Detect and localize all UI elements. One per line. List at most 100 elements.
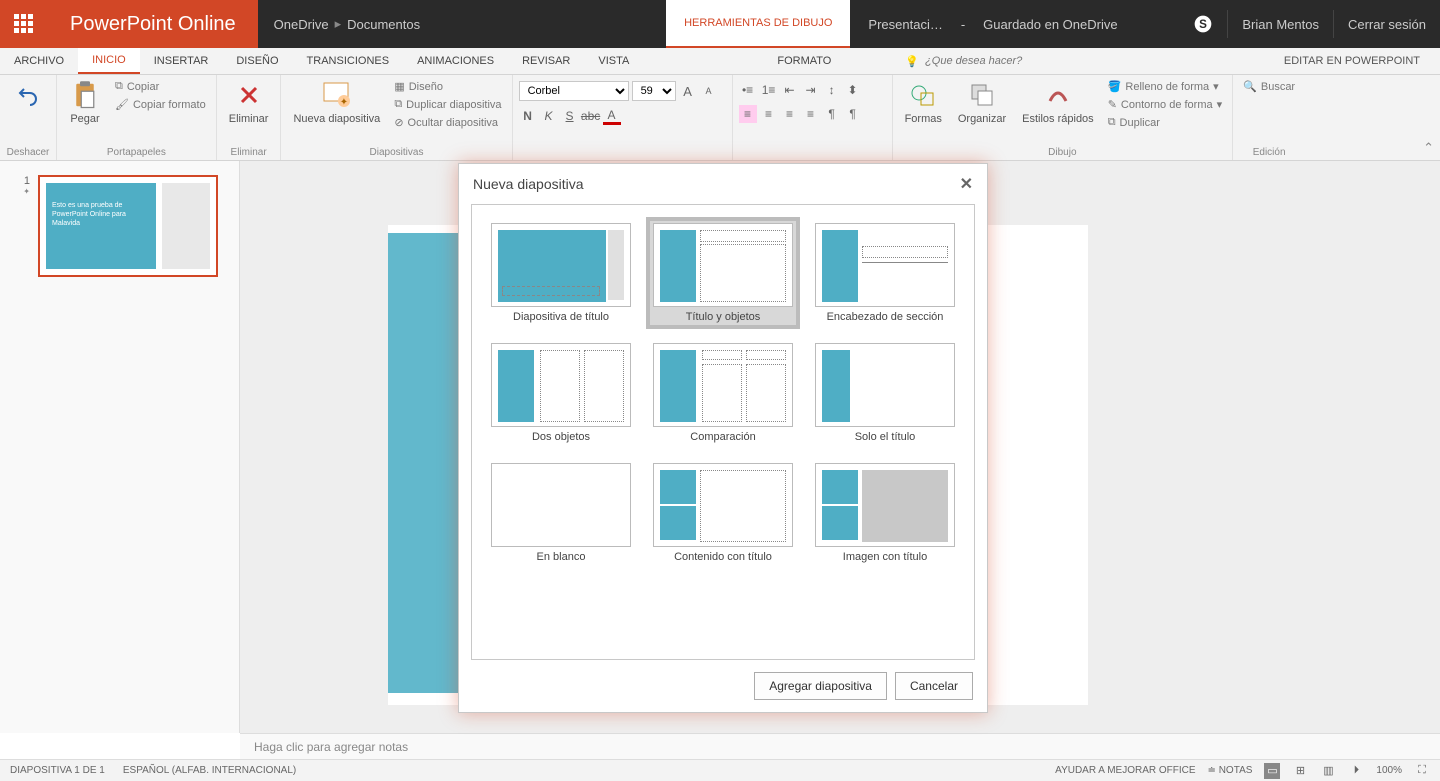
language-status[interactable]: ESPAÑOL (ALFAB. INTERNACIONAL) — [123, 765, 296, 776]
layout-option-comparison[interactable]: Comparación — [646, 337, 800, 449]
delete-button[interactable]: Eliminar — [223, 77, 275, 127]
cancel-button[interactable]: Cancelar — [895, 672, 973, 700]
slide-panel[interactable]: 1 ✦ Esto es una prueba de PowerPoint Onl… — [0, 161, 240, 733]
find-label: Buscar — [1261, 81, 1295, 93]
app-name: PowerPoint Online — [48, 0, 258, 48]
italic-button[interactable]: K — [540, 107, 558, 125]
sign-out-button[interactable]: Cerrar sesión — [1333, 10, 1440, 38]
sorter-view-button[interactable]: ⊞ — [1292, 763, 1308, 779]
layout-option-title-content[interactable]: Título y objetos — [646, 217, 800, 329]
justify-button[interactable]: ≡ — [802, 105, 820, 123]
shapes-label: Formas — [905, 113, 942, 125]
breadcrumb[interactable]: OneDrive ▸ Documentos — [258, 0, 436, 48]
strikethrough-button[interactable]: abc — [582, 107, 600, 125]
bold-button[interactable]: N — [519, 107, 537, 125]
layout-button[interactable]: ▦Diseño — [390, 79, 505, 94]
layout-option-title-slide[interactable]: Diapositiva de título — [484, 217, 638, 329]
tab-home[interactable]: INICIO — [78, 48, 140, 74]
increase-indent-button[interactable]: ⇥ — [802, 81, 820, 99]
font-family-select[interactable]: Corbel — [519, 81, 629, 101]
layout-option-picture-caption[interactable]: Imagen con título — [808, 457, 962, 569]
hide-slide-button[interactable]: ⊘Ocultar diapositiva — [390, 115, 505, 130]
dialog-title: Nueva diapositiva — [473, 176, 584, 192]
layout-option-section-header[interactable]: Encabezado de sección — [808, 217, 962, 329]
align-text-button[interactable]: ⬍ — [844, 81, 862, 99]
breadcrumb-item[interactable]: OneDrive — [274, 17, 329, 32]
collapse-ribbon-button[interactable]: ⌃ — [1423, 140, 1434, 156]
align-center-button[interactable]: ≡ — [760, 105, 778, 123]
ltr-button[interactable]: ¶ — [844, 105, 862, 123]
tab-design[interactable]: DISEÑO — [222, 48, 292, 74]
find-button[interactable]: 🔍Buscar — [1239, 79, 1299, 94]
tab-animations[interactable]: ANIMACIONES — [403, 48, 508, 74]
layout-option-content-caption[interactable]: Contenido con título — [646, 457, 800, 569]
numbering-button[interactable]: 1≡ — [760, 81, 778, 99]
chevron-down-icon: ▾ — [1217, 98, 1223, 111]
layout-option-two-content[interactable]: Dos objetos — [484, 337, 638, 449]
fit-to-window-button[interactable]: ⛶ — [1414, 763, 1430, 779]
tab-review[interactable]: REVISAR — [508, 48, 584, 74]
duplicate-slide-button[interactable]: ⧉Duplicar diapositiva — [390, 97, 505, 112]
layout-label: Comparación — [690, 431, 755, 443]
paste-button[interactable]: Pegar — [63, 77, 107, 127]
duplicate-shape-button[interactable]: ⧉Duplicar — [1104, 115, 1226, 130]
slide-thumbnail[interactable]: Esto es una prueba de PowerPoint Online … — [38, 175, 218, 277]
layout-label: Solo el título — [855, 431, 916, 443]
app-launcher-icon[interactable] — [0, 0, 48, 48]
hide-slide-label: Ocultar diapositiva — [408, 117, 499, 129]
arrange-button[interactable]: Organizar — [952, 77, 1012, 127]
tab-transitions[interactable]: TRANSICIONES — [293, 48, 404, 74]
tell-me-search[interactable]: 💡 — [905, 48, 1065, 74]
edit-in-powerpoint-button[interactable]: EDITAR EN POWERPOINT — [1264, 48, 1440, 74]
zoom-level[interactable]: 100% — [1376, 765, 1402, 776]
notes-toggle-button[interactable]: ≐ NOTAS — [1208, 765, 1253, 776]
layout-option-blank[interactable]: En blanco — [484, 457, 638, 569]
reading-view-button[interactable]: ▥ — [1320, 763, 1336, 779]
tab-file[interactable]: ARCHIVO — [0, 48, 78, 74]
decrease-indent-button[interactable]: ⇤ — [781, 81, 799, 99]
underline-button[interactable]: S — [561, 107, 579, 125]
tab-format[interactable]: FORMATO — [763, 48, 845, 74]
undo-button[interactable] — [6, 77, 50, 113]
improve-office-button[interactable]: AYUDAR A MEJORAR OFFICE — [1055, 765, 1195, 776]
add-slide-button[interactable]: Agregar diapositiva — [754, 672, 887, 700]
font-color-button[interactable]: A — [603, 107, 621, 125]
shrink-font-button[interactable]: A — [700, 82, 718, 100]
user-name[interactable]: Brian Mentos — [1227, 10, 1333, 38]
align-right-button[interactable]: ≡ — [781, 105, 799, 123]
breadcrumb-item[interactable]: Documentos — [347, 17, 420, 32]
document-name[interactable]: Presentaci… — [868, 17, 942, 32]
tell-me-input[interactable] — [925, 55, 1065, 67]
shape-fill-button[interactable]: 🪣Relleno de forma ▾ — [1104, 79, 1226, 94]
grow-font-button[interactable]: A — [679, 82, 697, 100]
quick-styles-button[interactable]: Estilos rápidos — [1016, 77, 1100, 127]
slideshow-view-button[interactable]: ⏵ — [1348, 763, 1364, 779]
notes-placeholder[interactable]: Haga clic para agregar notas — [254, 740, 408, 754]
dialog-body[interactable]: Diapositiva de título Título y objetos E… — [471, 204, 975, 660]
new-slide-button[interactable]: ✦ Nueva diapositiva — [287, 77, 386, 127]
text-direction-button[interactable]: ↕ — [823, 81, 841, 99]
layout-label: En blanco — [537, 551, 586, 563]
arrange-label: Organizar — [958, 113, 1006, 125]
align-left-button[interactable]: ≡ — [739, 105, 757, 123]
bullets-button[interactable]: •≡ — [739, 81, 757, 99]
tab-insert[interactable]: INSERTAR — [140, 48, 223, 74]
contextual-tab-drawing-tools[interactable]: HERRAMIENTAS DE DIBUJO — [666, 0, 850, 48]
rtl-button[interactable]: ¶ — [823, 105, 841, 123]
format-painter-button[interactable]: 🖌Copiar formato — [111, 97, 210, 112]
skype-icon[interactable]: S — [1179, 0, 1227, 48]
notes-pane[interactable]: Haga clic para agregar notas — [240, 733, 1440, 759]
shapes-button[interactable]: Formas — [899, 77, 948, 127]
font-size-select[interactable]: 59 — [632, 81, 676, 101]
new-slide-label: Nueva diapositiva — [293, 113, 380, 125]
layout-label: Imagen con título — [843, 551, 927, 563]
copy-button[interactable]: ⧉Copiar — [111, 79, 210, 94]
close-icon[interactable]: ✕ — [960, 174, 973, 194]
tab-view[interactable]: VISTA — [584, 48, 643, 74]
slide-number: 1 ✦ — [14, 175, 30, 277]
layout-option-title-only[interactable]: Solo el título — [808, 337, 962, 449]
shape-outline-button[interactable]: ✎Contorno de forma ▾ — [1104, 97, 1226, 112]
layout-label: Diapositiva de título — [513, 311, 609, 323]
normal-view-button[interactable]: ▭ — [1264, 763, 1280, 779]
layout-label: Dos objetos — [532, 431, 590, 443]
